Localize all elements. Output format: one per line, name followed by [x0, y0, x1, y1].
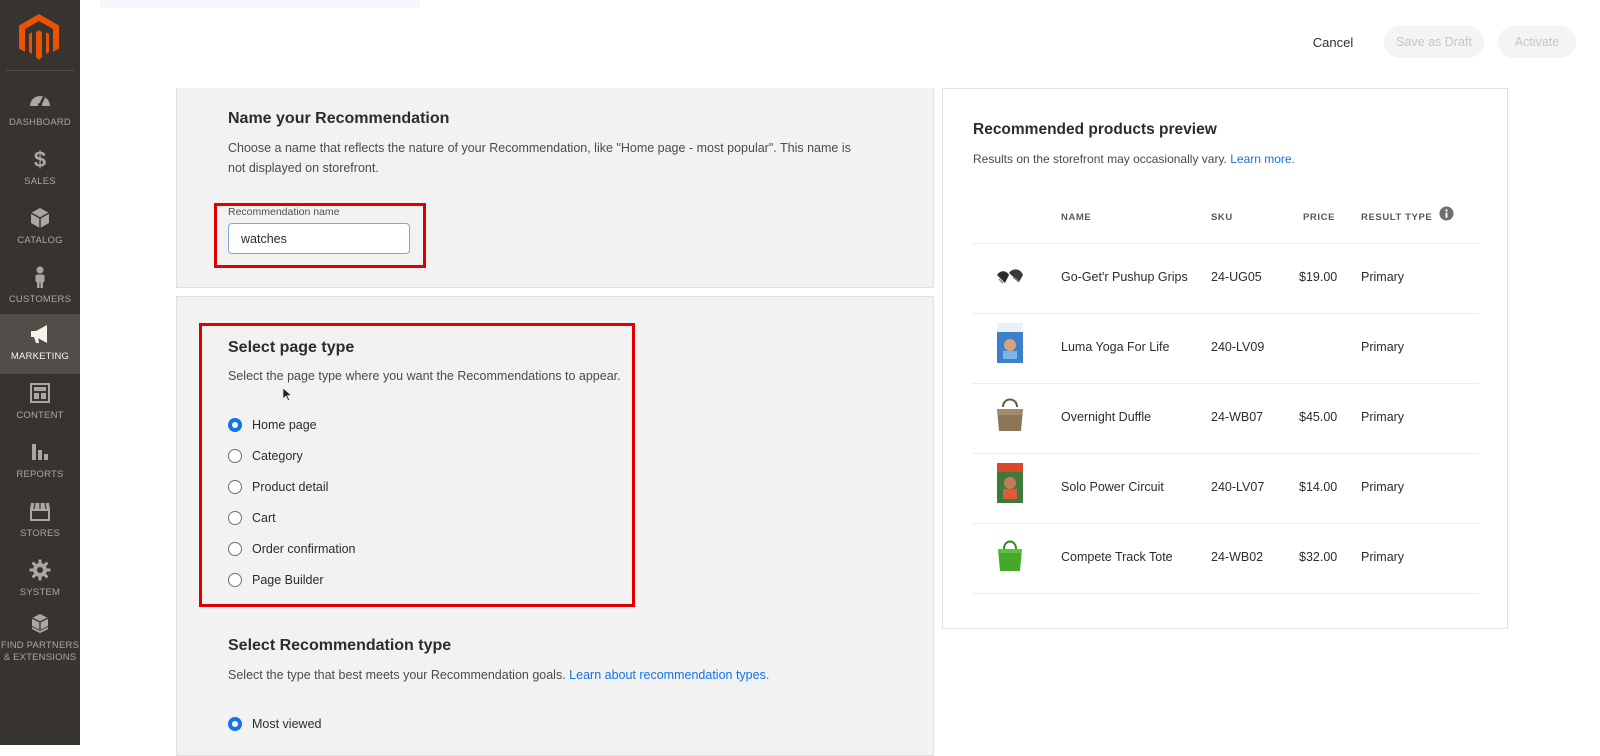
product-thumbnail [997, 269, 1023, 284]
column-header-result-type[interactable]: RESULT TYPE [1361, 212, 1432, 223]
column-header-name[interactable]: NAME [1061, 212, 1091, 223]
mouse-cursor-icon [283, 388, 292, 401]
result-type: Primary [1361, 270, 1405, 284]
page-type-panel: Select page type Select the page type wh… [176, 296, 934, 756]
result-type: Primary [1361, 550, 1405, 564]
sidebar-item-system[interactable]: SYSTEM [0, 550, 80, 610]
admin-sidebar: DASHBOARD $ SALES CATALOG CUSTOMERS MARK… [0, 0, 80, 745]
sidebar-divider [6, 70, 74, 71]
sidebar-item-label: CATALOG [17, 235, 63, 246]
products-preview-panel: Recommended products preview Results on … [942, 88, 1508, 629]
learn-more-link[interactable]: Learn more. [1230, 152, 1295, 166]
radio-label: Most viewed [252, 717, 322, 731]
product-sku: 240-LV09 [1211, 340, 1265, 354]
red-highlight-box [199, 323, 635, 607]
sidebar-item-catalog[interactable]: CATALOG [0, 198, 80, 258]
table-divider [973, 383, 1479, 384]
preview-description: Results on the storefront may occasional… [973, 152, 1295, 166]
product-name: Go-Get'r Pushup Grips [1061, 270, 1188, 284]
product-thumbnail [997, 398, 1023, 431]
sidebar-item-label: REPORTS [16, 469, 64, 480]
preview-title: Recommended products preview [973, 121, 1217, 138]
activate-button[interactable]: Activate [1498, 26, 1576, 58]
product-thumbnail [998, 540, 1022, 571]
section-title: Select Recommendation type [228, 637, 452, 654]
section-description: Choose a name that reflects the nature o… [228, 141, 851, 175]
save-as-draft-button[interactable]: Save as Draft [1384, 26, 1484, 58]
column-header-price[interactable]: PRICE [1303, 212, 1335, 223]
product-price: $32.00 [1299, 550, 1338, 564]
product-name: Overnight Duffle [1061, 410, 1152, 424]
sidebar-item-label: SALES [24, 176, 56, 187]
gear-icon [29, 559, 51, 581]
sidebar-item-find-partners[interactable]: FIND PARTNERS & EXTENSIONS [0, 608, 80, 674]
sidebar-item-label: STORES [19, 528, 61, 539]
section-description: Select the type that best meets your Rec… [228, 668, 770, 682]
product-sku: 240-LV07 [1211, 480, 1265, 494]
sidebar-item-sales[interactable]: $ SALES [0, 139, 80, 199]
product-sku: 24-WB07 [1211, 410, 1264, 424]
product-price: $19.00 [1299, 270, 1338, 284]
bar-chart-icon [32, 444, 48, 460]
product-name: Compete Track Tote [1061, 550, 1173, 564]
table-divider [973, 593, 1479, 594]
cancel-button[interactable]: Cancel [1300, 30, 1366, 56]
product-thumbnail [997, 323, 1023, 363]
product-price: $45.00 [1299, 410, 1338, 424]
learn-about-types-link[interactable]: Learn about recommendation types. [569, 668, 769, 682]
store-icon [30, 502, 50, 521]
magento-logo-icon[interactable] [19, 14, 59, 60]
sidebar-item-marketing[interactable]: MARKETING [0, 314, 80, 374]
sidebar-item-reports[interactable]: REPORTS [0, 432, 80, 492]
info-icon[interactable] [1439, 206, 1454, 221]
red-highlight-box [214, 203, 426, 268]
dollar-icon: $ [34, 147, 46, 171]
product-price: $14.00 [1299, 480, 1338, 494]
sidebar-item-content[interactable]: CONTENT [0, 373, 80, 433]
column-header-sku[interactable]: SKU [1211, 212, 1233, 223]
megaphone-icon [31, 325, 47, 343]
table-divider [973, 313, 1479, 314]
sidebar-item-dashboard[interactable]: DASHBOARD [0, 80, 80, 140]
dashboard-icon [30, 96, 50, 107]
product-name: Solo Power Circuit [1061, 480, 1164, 494]
sidebar-item-label: MARKETING [10, 351, 70, 362]
sidebar-item-label: CUSTOMERS [8, 294, 72, 305]
svg-text:$: $ [34, 147, 46, 171]
product-name: Luma Yoga For Life [1061, 340, 1170, 354]
product-sku: 24-WB02 [1211, 550, 1264, 564]
cube-icon [30, 208, 50, 228]
sidebar-item-stores[interactable]: STORES [0, 491, 80, 551]
product-sku: 24-UG05 [1211, 270, 1262, 284]
table-divider [973, 453, 1479, 454]
table-divider [973, 523, 1479, 524]
name-recommendation-panel: Name your Recommendation Choose a name t… [176, 88, 934, 288]
sidebar-item-label: CONTENT [16, 410, 64, 421]
section-title: Name your Recommendation [228, 110, 450, 127]
sidebar-item-label: DASHBOARD [9, 117, 71, 128]
person-icon [35, 266, 45, 288]
radio-most-viewed[interactable]: Most viewed [228, 714, 321, 734]
product-thumbnail [997, 463, 1023, 503]
sidebar-item-label: SYSTEM [19, 587, 61, 598]
boxes-icon [31, 614, 49, 634]
faded-breadcrumb [100, 0, 420, 8]
table-divider [973, 243, 1479, 244]
radio-button[interactable] [228, 717, 242, 731]
result-type: Primary [1361, 480, 1405, 494]
layout-icon [30, 383, 50, 403]
sidebar-item-label: FIND PARTNERS & EXTENSIONS [0, 640, 80, 663]
result-type: Primary [1361, 340, 1405, 354]
sidebar-item-customers[interactable]: CUSTOMERS [0, 257, 80, 317]
result-type: Primary [1361, 410, 1405, 424]
